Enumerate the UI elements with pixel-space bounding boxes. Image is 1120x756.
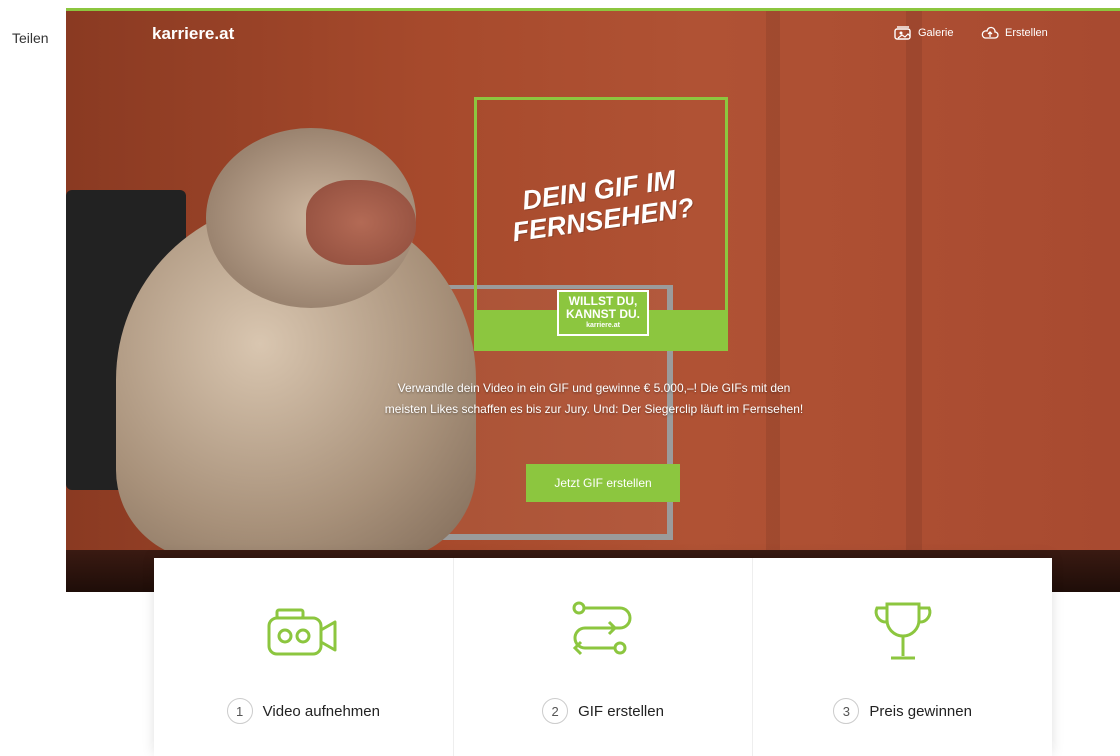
nav-galerie-label: Galerie: [918, 27, 954, 39]
nav-galerie[interactable]: Galerie: [894, 26, 953, 40]
step-gif: 2 GIF erstellen: [454, 558, 754, 756]
hero-topline: [66, 8, 1120, 11]
steps-panel: 1 Video aufnehmen 2 GIF erstellen 3 Prei…: [154, 558, 1052, 756]
step-number: 2: [542, 698, 569, 724]
headline: DEIN GIF IM FERNSEHEN?: [488, 160, 714, 250]
gallery-icon: [894, 26, 911, 40]
nav-erstellen-label: Erstellen: [1005, 27, 1048, 39]
campaign-badge: WILLST DU, KANNST DU. karriere.at: [557, 290, 649, 336]
step-prize: 3 Preis gewinnen: [753, 558, 1052, 756]
baboon-face: [306, 180, 416, 265]
step-video: 1 Video aufnehmen: [154, 558, 454, 756]
trophy-icon: [874, 602, 931, 660]
step-label-video: 1 Video aufnehmen: [154, 698, 453, 724]
share-button[interactable]: Teilen: [12, 30, 49, 46]
step-number: 3: [833, 698, 860, 724]
wall-panel: [906, 10, 922, 592]
create-gif-button[interactable]: Jetzt GIF erstellen: [526, 464, 680, 502]
step-label-prize: 3 Preis gewinnen: [753, 698, 1052, 724]
video-camera-icon: [267, 608, 337, 656]
badge-line3: karriere.at: [586, 322, 620, 329]
wall-panel: [766, 10, 780, 592]
headline-box: DEIN GIF IM FERNSEHEN? WILLST DU, KANNST…: [474, 97, 728, 351]
path-arrows-icon: [572, 601, 632, 656]
step-text: Preis gewinnen: [869, 702, 972, 720]
intro-text: Verwandle dein Video in ein GIF und gewi…: [384, 381, 804, 416]
step-label-gif: 2 GIF erstellen: [454, 698, 753, 724]
step-text: Video aufnehmen: [262, 702, 380, 720]
logo[interactable]: karriere.at: [152, 24, 234, 44]
nav-erstellen[interactable]: Erstellen: [981, 26, 1048, 40]
step-text: GIF erstellen: [578, 702, 664, 720]
hero-section: karriere.at Galerie Erstellen DEIN GIF I…: [66, 10, 1120, 592]
cloud-upload-icon: [981, 26, 999, 39]
step-number: 1: [226, 698, 253, 724]
badge-line2: KANNST DU.: [566, 307, 640, 321]
